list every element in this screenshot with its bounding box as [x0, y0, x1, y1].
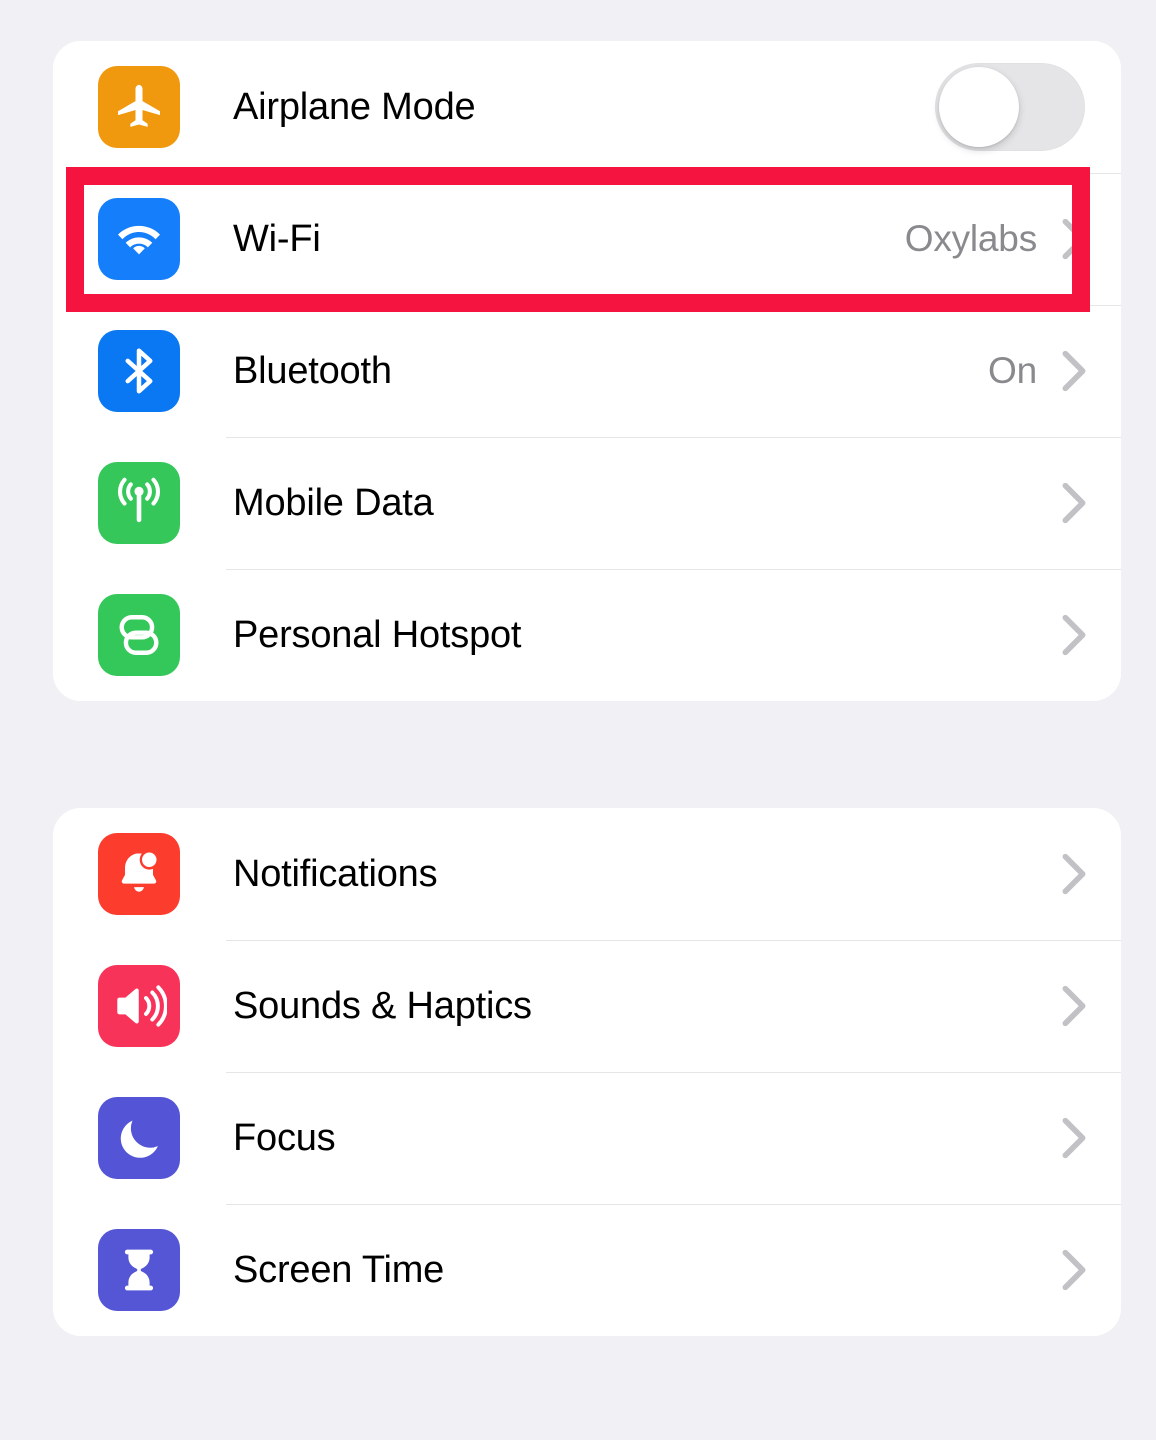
chevron-right-icon	[1062, 614, 1086, 656]
settings-row-label: Screen Time	[233, 1249, 445, 1291]
bluetooth-icon	[98, 330, 180, 412]
settings-row-accessory	[1061, 852, 1121, 896]
settings-row-wifi[interactable]: Wi-Fi Oxylabs	[53, 173, 1121, 305]
toggle-knob	[939, 67, 1019, 147]
settings-row-label: Sounds & Haptics	[233, 985, 532, 1027]
settings-row-label: Airplane Mode	[233, 86, 476, 128]
wifi-network-value: Oxylabs	[904, 218, 1037, 259]
hotspot-link-icon	[98, 594, 180, 676]
settings-row-focus[interactable]: Focus	[53, 1072, 1121, 1204]
moon-icon	[98, 1097, 180, 1179]
settings-row-accessory	[1061, 481, 1121, 525]
airplane-mode-toggle[interactable]	[935, 63, 1085, 151]
wifi-icon	[98, 198, 180, 280]
settings-row-label: Wi-Fi	[233, 218, 321, 260]
chevron-right-icon	[1062, 218, 1086, 260]
settings-screen: Airplane Mode Wi-Fi Oxylabs Bluetooth On…	[0, 0, 1156, 1440]
settings-group-system: Notifications Sounds & Haptics Focus Scr…	[53, 808, 1121, 1336]
bell-icon	[98, 833, 180, 915]
settings-row-personal-hotspot[interactable]: Personal Hotspot	[53, 569, 1121, 701]
chevron-right-icon	[1062, 985, 1086, 1027]
settings-row-sounds-haptics[interactable]: Sounds & Haptics	[53, 940, 1121, 1072]
settings-row-accessory: Oxylabs	[905, 217, 1121, 261]
antenna-icon	[98, 462, 180, 544]
settings-row-accessory	[1061, 1116, 1121, 1160]
settings-group-connectivity: Airplane Mode Wi-Fi Oxylabs Bluetooth On…	[53, 41, 1121, 701]
settings-row-label: Personal Hotspot	[233, 614, 522, 656]
chevron-right-icon	[1062, 482, 1086, 524]
settings-row-accessory	[1061, 613, 1121, 657]
settings-row-label: Focus	[233, 1117, 336, 1159]
settings-row-bluetooth[interactable]: Bluetooth On	[53, 305, 1121, 437]
settings-row-accessory: On	[988, 349, 1121, 393]
chevron-right-icon	[1062, 1117, 1086, 1159]
settings-row-accessory	[1061, 984, 1121, 1028]
hourglass-icon	[98, 1229, 180, 1311]
settings-row-airplane-mode[interactable]: Airplane Mode	[53, 41, 1121, 173]
chevron-right-icon	[1062, 853, 1086, 895]
settings-row-label: Notifications	[233, 853, 438, 895]
chevron-right-icon	[1062, 1249, 1086, 1291]
settings-row-screen-time[interactable]: Screen Time	[53, 1204, 1121, 1336]
settings-row-notifications[interactable]: Notifications	[53, 808, 1121, 940]
chevron-right-icon	[1062, 350, 1086, 392]
speaker-icon	[98, 965, 180, 1047]
settings-row-label: Mobile Data	[233, 482, 434, 524]
settings-row-mobile-data[interactable]: Mobile Data	[53, 437, 1121, 569]
settings-row-label: Bluetooth	[233, 350, 392, 392]
settings-row-accessory	[1061, 1248, 1121, 1292]
airplane-icon	[98, 66, 180, 148]
bluetooth-state-value: On	[988, 350, 1037, 391]
